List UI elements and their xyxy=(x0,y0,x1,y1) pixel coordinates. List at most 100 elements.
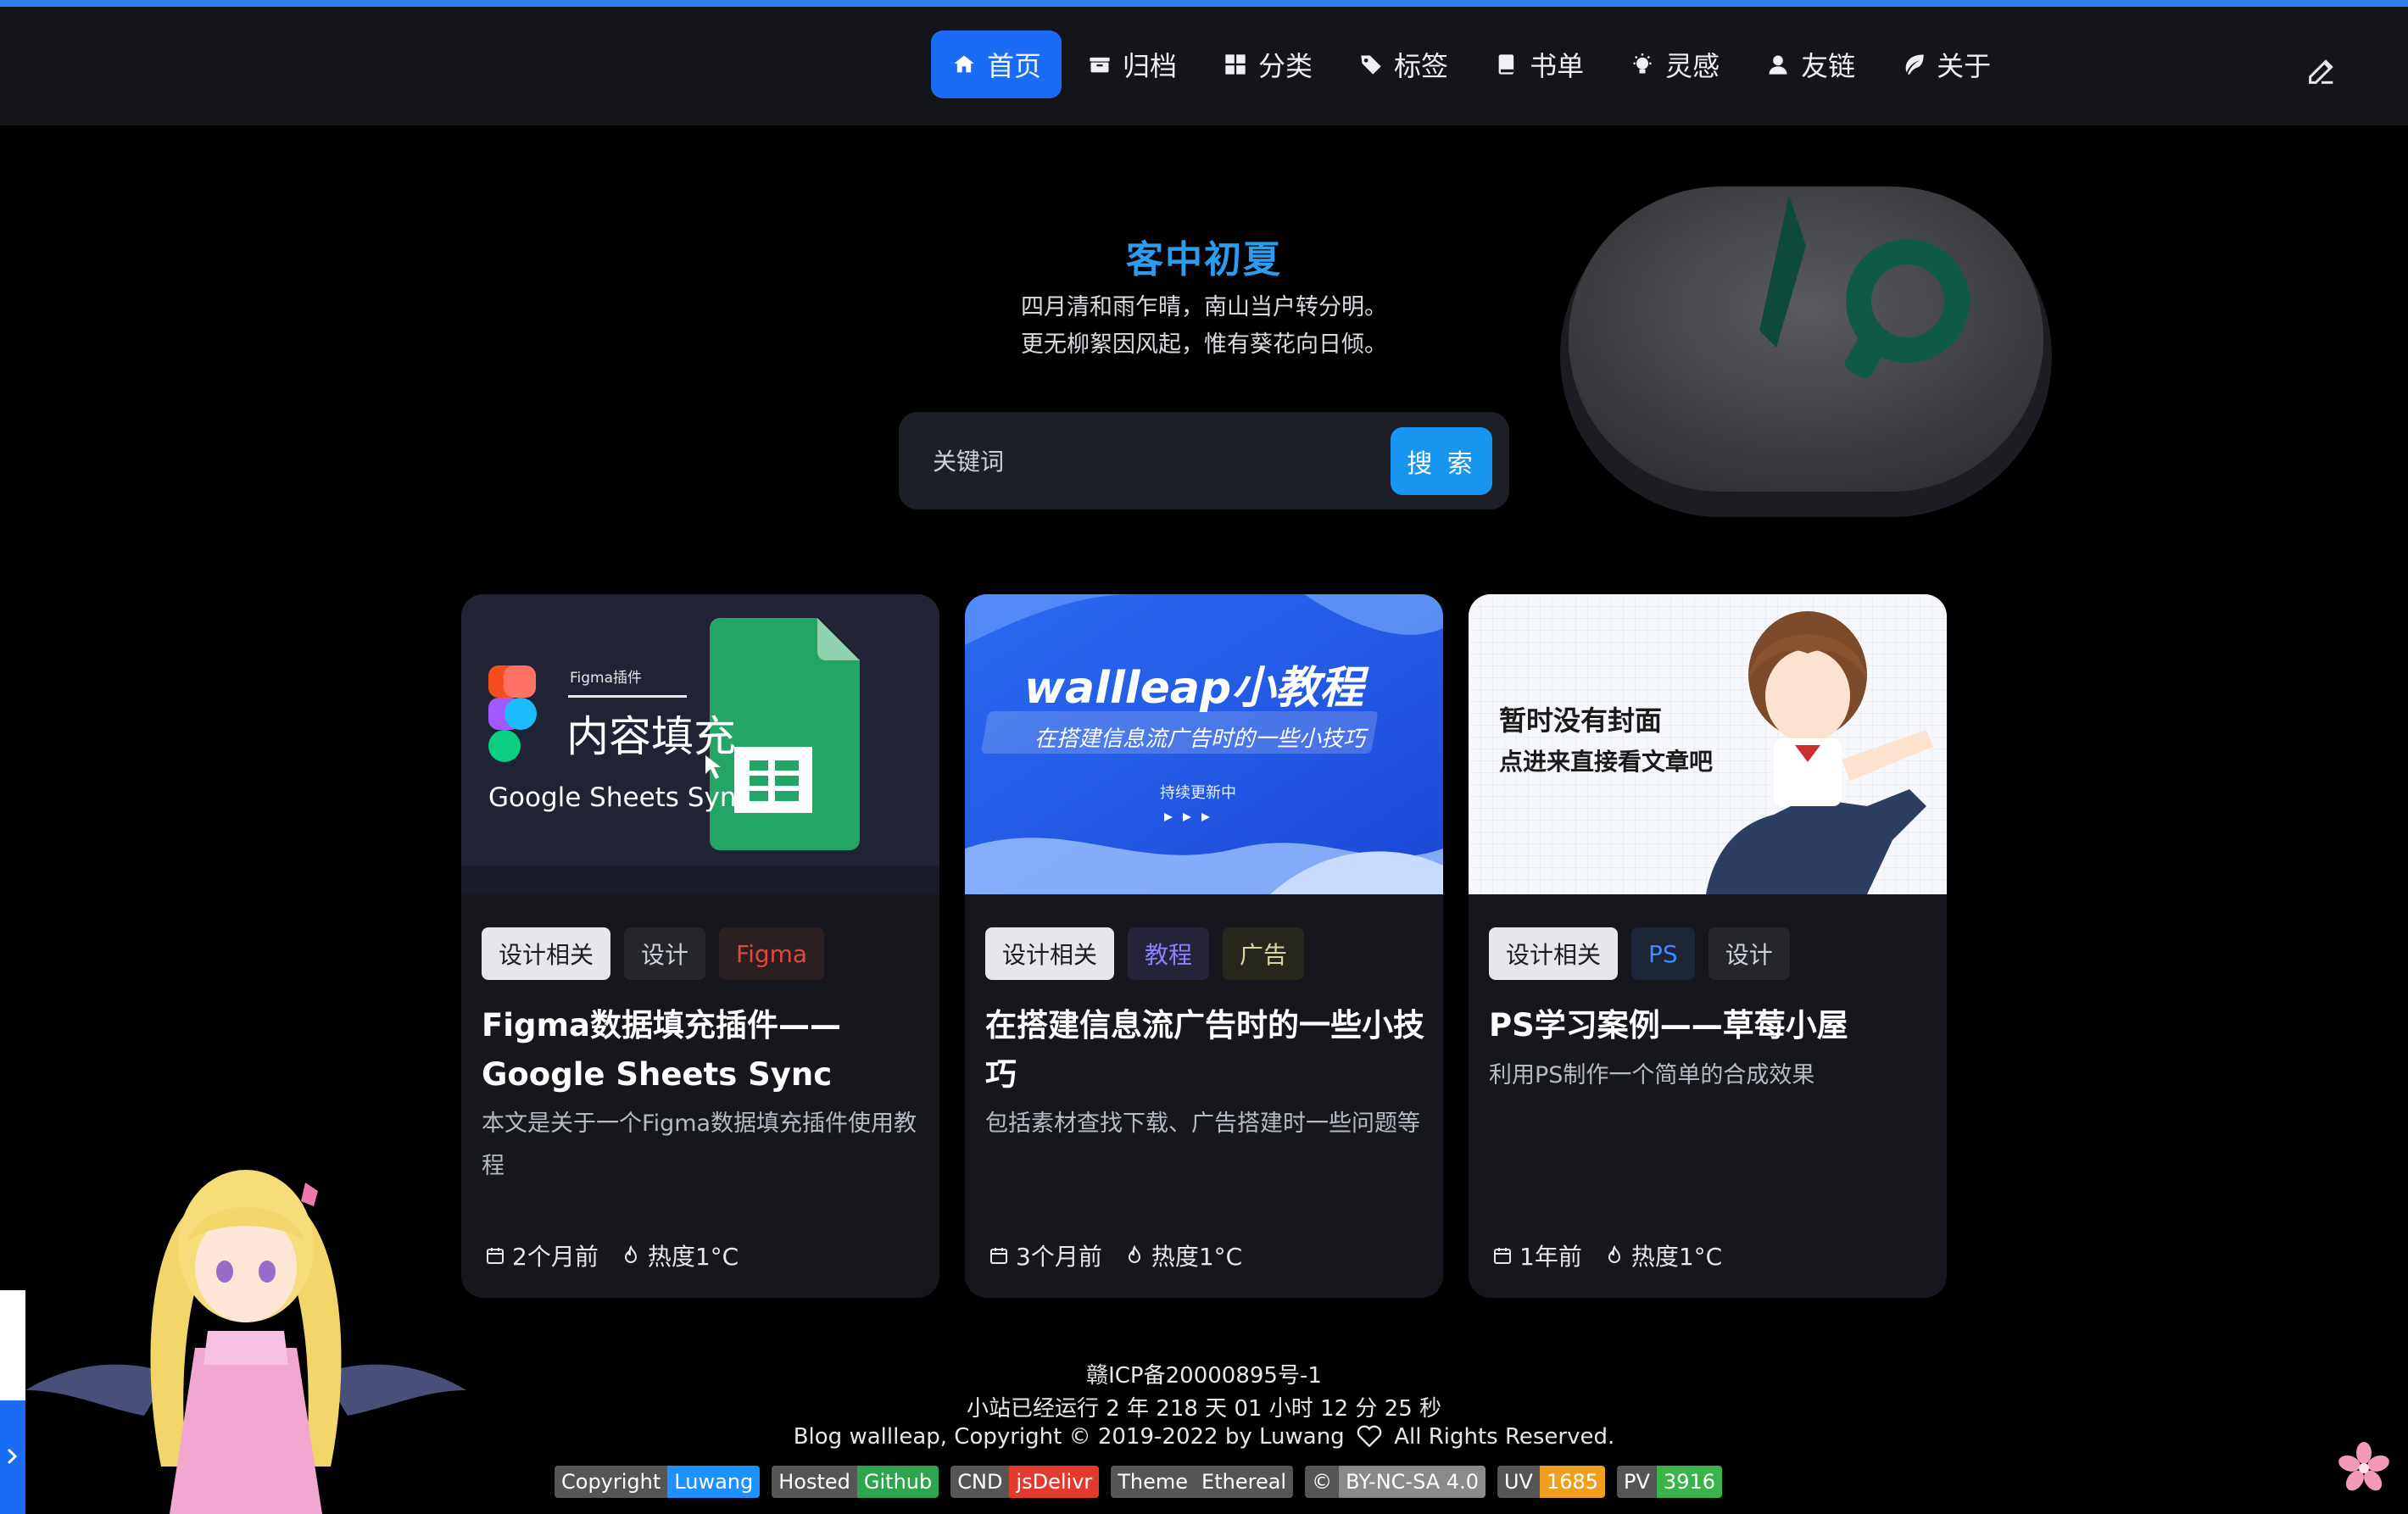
post-time: 1年前 xyxy=(1519,1243,1582,1271)
cover-sub-text: 在搭建信息流广告时的一些小技巧 xyxy=(1034,726,1366,752)
nav-label: 灵感 xyxy=(1665,50,1720,82)
post-desc: 包括素材查找下载、广告搭建时一些问题等 xyxy=(985,1110,1420,1137)
post-tags: 设计相关 设计 Figma xyxy=(482,927,825,980)
cover-text-line-2: 点进来直接看文章吧 xyxy=(1499,748,1714,776)
post-desc: 利用PS制作一个简单的合成效果 xyxy=(1489,1062,1815,1088)
tag-chip[interactable]: 广告 xyxy=(1223,927,1305,980)
nav-label: 关于 xyxy=(1937,50,1992,82)
nav-item-books[interactable]: 书单 xyxy=(1474,31,1604,98)
post-tags: 设计相关 教程 广告 xyxy=(985,927,1305,980)
top-accent-line xyxy=(0,0,2408,7)
sakura-icon[interactable] xyxy=(2338,1441,2389,1492)
nav-item-friends[interactable]: 友链 xyxy=(1745,31,1876,98)
search-button[interactable]: 搜 索 xyxy=(1391,427,1492,495)
badge-value: BY-NC-SA 4.0 xyxy=(1339,1466,1485,1498)
badge-label: Copyright xyxy=(555,1466,668,1498)
calendar-icon xyxy=(1494,1248,1511,1264)
post-heat: 热度1°C xyxy=(1151,1243,1243,1271)
badge-value: Luwang xyxy=(667,1466,761,1498)
nav-label: 归档 xyxy=(1123,50,1178,82)
badge-label: Theme xyxy=(1111,1466,1196,1498)
tag-icon xyxy=(1358,52,1384,77)
nav-item-inspiration[interactable]: 灵感 xyxy=(1609,31,1740,98)
post-card-ps[interactable]: 暂时没有封面 点进来直接看文章吧 设计相关 PS 设计 PS学习案例——草莓小屋… xyxy=(1469,594,1947,1298)
calendar-icon xyxy=(487,1248,504,1264)
nav-label: 友链 xyxy=(1801,50,1856,82)
badge-label: Hosted xyxy=(772,1466,857,1498)
post-title[interactable]: Figma数据填充插件——Google Sheets Sync xyxy=(482,1001,923,1099)
nav-item-categories[interactable]: 分类 xyxy=(1202,31,1333,98)
hero-poem-line-1: 四月清和雨乍晴，南山当户转分明。 xyxy=(1021,294,1387,320)
home-icon xyxy=(951,52,977,77)
leaf-icon xyxy=(1901,52,1926,77)
badge-label: PV xyxy=(1617,1466,1657,1498)
tag-chip[interactable]: PS xyxy=(1631,927,1695,980)
tag-chip[interactable]: 设计相关 xyxy=(482,927,611,980)
nav-item-archive[interactable]: 归档 xyxy=(1067,31,1197,98)
nav-item-tags[interactable]: 标签 xyxy=(1338,31,1469,98)
rights-text: All Rights Reserved. xyxy=(1394,1424,1615,1450)
navbar: 首页 归档 分类 标签 书单 灵感 友链 关于 xyxy=(0,7,2408,125)
nav-label: 首页 xyxy=(987,50,1042,82)
badge-license[interactable]: © BY-NC-SA 4.0 xyxy=(1305,1466,1485,1498)
post-cover-placeholder[interactable]: 暂时没有封面 点进来直接看文章吧 xyxy=(1469,594,1947,894)
footer-badges: Copyright Luwang Hosted Github CND jsDelivr… xyxy=(555,1466,1722,1498)
post-card-figma[interactable]: Figma插件 内容填充 Google Sheets Sync 设计相关 设计 … xyxy=(461,594,939,1298)
user-icon xyxy=(1765,52,1791,77)
post-cover-figma[interactable]: Figma插件 内容填充 Google Sheets Sync xyxy=(461,594,939,894)
cover-big-text: wallleap小教程 xyxy=(1024,663,1364,714)
post-title[interactable]: PS学习案例——草莓小屋 xyxy=(1489,1001,1930,1050)
post-meta: 1年前 热度1°C xyxy=(1492,1238,1744,1272)
badge-copyright[interactable]: Copyright Luwang xyxy=(555,1466,761,1498)
icp-text[interactable]: 赣ICP备20000895号-1 xyxy=(1086,1363,1322,1389)
badge-hosted[interactable]: Hosted Github xyxy=(772,1466,939,1498)
badge-theme[interactable]: Theme Ethereal xyxy=(1111,1466,1294,1498)
post-heat: 热度1°C xyxy=(1630,1243,1723,1271)
heart-icon xyxy=(1357,1425,1382,1448)
post-card-wallleap[interactable]: wallleap小教程 在搭建信息流广告时的一些小技巧 持续更新中 设计相关 教… xyxy=(965,594,1443,1298)
copyright-text: Blog wallleap, Copyright © 2019-2022 by … xyxy=(793,1424,1345,1450)
post-cover-wallleap[interactable]: wallleap小教程 在搭建信息流广告时的一些小技巧 持续更新中 xyxy=(965,594,1443,894)
search-input[interactable] xyxy=(933,437,1391,485)
badge-value: Github xyxy=(856,1466,939,1498)
post-desc: 本文是关于一个Figma数据填充插件使用教程 xyxy=(482,1110,917,1179)
nav-item-home[interactable]: 首页 xyxy=(931,31,1062,98)
archive-icon xyxy=(1087,52,1112,77)
badge-value: jsDelivr xyxy=(1009,1466,1100,1498)
tag-chip[interactable]: Figma xyxy=(719,927,825,980)
fire-icon xyxy=(1128,1245,1140,1263)
tag-chip[interactable]: 设计相关 xyxy=(1489,927,1619,980)
lightbulb-icon xyxy=(1630,52,1655,77)
cover-small-text: 持续更新中 xyxy=(1160,784,1236,802)
live2d-mascot[interactable] xyxy=(17,1161,475,1514)
search-box: 搜 索 xyxy=(899,412,1509,509)
edit-icon[interactable] xyxy=(2305,54,2338,88)
badge-label: UV xyxy=(1497,1466,1540,1498)
cover-sub-text: Google Sheets Sync xyxy=(488,782,751,813)
nav-item-about[interactable]: 关于 xyxy=(1881,31,2011,98)
post-time: 3个月前 xyxy=(1016,1243,1102,1271)
post-title[interactable]: 在搭建信息流广告时的一些小技巧 xyxy=(985,1001,1426,1099)
cover-big-text: 内容填充 xyxy=(566,712,736,761)
tag-chip[interactable]: 设计相关 xyxy=(985,927,1115,980)
post-meta: 2个月前 热度1°C xyxy=(485,1238,761,1272)
main-nav: 首页 归档 分类 标签 书单 灵感 友链 关于 xyxy=(931,31,2016,98)
hero-poem-line-2: 更无柳絮因风起，惟有葵花向日倾。 xyxy=(1021,331,1387,358)
calendar-icon xyxy=(990,1248,1007,1264)
tag-chip[interactable]: 设计 xyxy=(1708,927,1790,980)
tag-chip[interactable]: 设计 xyxy=(624,927,706,980)
nav-label: 书单 xyxy=(1530,50,1585,82)
tag-chip[interactable]: 教程 xyxy=(1128,927,1210,980)
post-heat: 热度1°C xyxy=(647,1243,739,1271)
badge-cdn[interactable]: CND jsDelivr xyxy=(950,1466,1100,1498)
nav-label: 分类 xyxy=(1258,50,1313,82)
hero-title: 客中初夏 xyxy=(1126,238,1282,281)
badge-value: 1685 xyxy=(1539,1466,1606,1498)
badge-pv: PV 3916 xyxy=(1617,1466,1722,1498)
post-tags: 设计相关 PS 设计 xyxy=(1489,927,1790,980)
badge-uv: UV 1685 xyxy=(1497,1466,1606,1498)
nav-label: 标签 xyxy=(1394,50,1449,82)
badge-value: Ethereal xyxy=(1195,1466,1294,1498)
post-time: 2个月前 xyxy=(512,1243,599,1271)
book-icon xyxy=(1494,52,1519,77)
